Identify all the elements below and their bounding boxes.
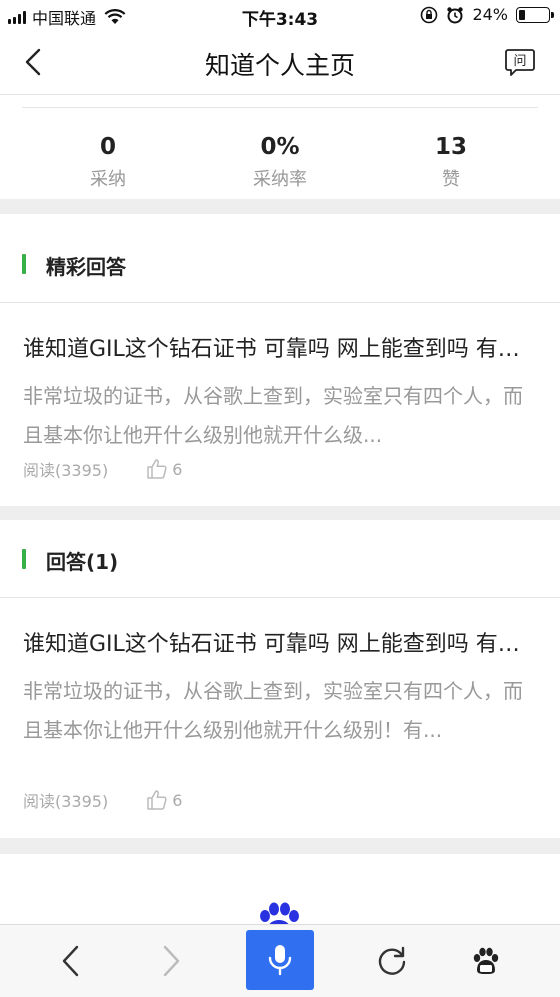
stat-label: 采纳	[90, 169, 126, 190]
wifi-icon	[104, 9, 126, 24]
like-count: 6	[172, 459, 183, 479]
battery-level	[519, 9, 525, 20]
stat-value: 0	[99, 134, 116, 160]
stat-label: 采纳率	[253, 169, 307, 190]
like-count: 6	[172, 790, 183, 810]
answer-card-featured[interactable]: 谁知道GIL这个钻石证书 可靠吗 网上能查到吗 有用吗 非常垃圾的证书，从谷歌上…	[0, 303, 560, 506]
stat-adoption-rate: 0% 采纳率	[205, 133, 355, 191]
refresh-button[interactable]	[362, 925, 422, 997]
section-title: 回答(1)	[46, 550, 119, 574]
answer-meta: 阅读(3395) 6	[23, 457, 182, 481]
nav-bar: 知道个人主页 问	[0, 32, 560, 95]
answer-meta: 阅读(3395) 6	[23, 788, 182, 812]
stat-value: 13	[434, 134, 467, 160]
answer-title[interactable]: 谁知道GIL这个钻石证书 可靠吗 网上能查到吗 有用吗	[23, 331, 538, 363]
refresh-icon	[378, 946, 406, 975]
ask-glyph: 问	[513, 54, 526, 69]
forward-icon	[163, 945, 180, 977]
section-featured-header: 精彩回答	[0, 214, 560, 303]
section-answers-header: 回答(1)	[0, 520, 560, 598]
stat-likes: 13 赞	[376, 133, 526, 191]
thumbs-up-icon[interactable]	[146, 458, 168, 480]
read-count: 阅读(3395)	[23, 461, 109, 480]
section-gap	[0, 199, 560, 214]
back-icon	[62, 945, 79, 977]
voice-search-button[interactable]	[246, 930, 314, 990]
answer-card[interactable]: 谁知道GIL这个钻石证书 可靠吗 网上能查到吗 有用吗 非常垃圾的证书，从谷歌上…	[0, 598, 560, 838]
stats-panel: 0 采纳 0% 采纳率 13 赞	[0, 95, 560, 199]
section-gap	[0, 506, 560, 520]
ask-question-icon[interactable]: 问	[504, 48, 536, 78]
back-button[interactable]	[41, 925, 101, 997]
section-title: 精彩回答	[46, 255, 126, 279]
section-gap	[0, 838, 560, 854]
stat-label: 赞	[442, 169, 460, 190]
section-accent-bar	[22, 254, 26, 274]
battery-percent: 24%	[472, 5, 508, 24]
carrier-label: 中国联通	[32, 9, 97, 28]
status-left: 中国联通	[8, 5, 126, 29]
alarm-icon	[447, 6, 464, 23]
bottom-toolbar	[0, 924, 560, 997]
answer-excerpt: 非常垃圾的证书，从谷歌上查到，实验室只有四个人，而且基本你让他开什么级别他就开什…	[23, 384, 523, 447]
answer-title[interactable]: 谁知道GIL这个钻石证书 可靠吗 网上能查到吗 有用吗	[23, 626, 538, 658]
read-count: 阅读(3395)	[23, 792, 109, 811]
baidu-home-button[interactable]	[456, 925, 516, 997]
battery-icon	[516, 6, 554, 23]
answer-excerpt: 非常垃圾的证书，从谷歌上查到，实验室只有四个人，而且基本你让他开什么级别他就开什…	[23, 679, 523, 742]
signal-icon	[8, 10, 26, 24]
voice-mic-icon	[268, 945, 292, 976]
thumbs-up-icon[interactable]	[146, 789, 168, 811]
divider	[22, 107, 538, 108]
status-right: 24%	[420, 5, 554, 24]
stat-value: 0%	[260, 134, 300, 160]
baidu-paw-icon	[473, 947, 499, 974]
status-bar: 中国联通 下午3:43 24%	[0, 0, 560, 32]
page-title: 知道个人主页	[204, 51, 355, 80]
orientation-lock-icon	[421, 6, 438, 23]
forward-button[interactable]	[141, 925, 201, 997]
stat-adopted: 0 采纳	[33, 133, 183, 191]
section-accent-bar	[22, 549, 26, 569]
